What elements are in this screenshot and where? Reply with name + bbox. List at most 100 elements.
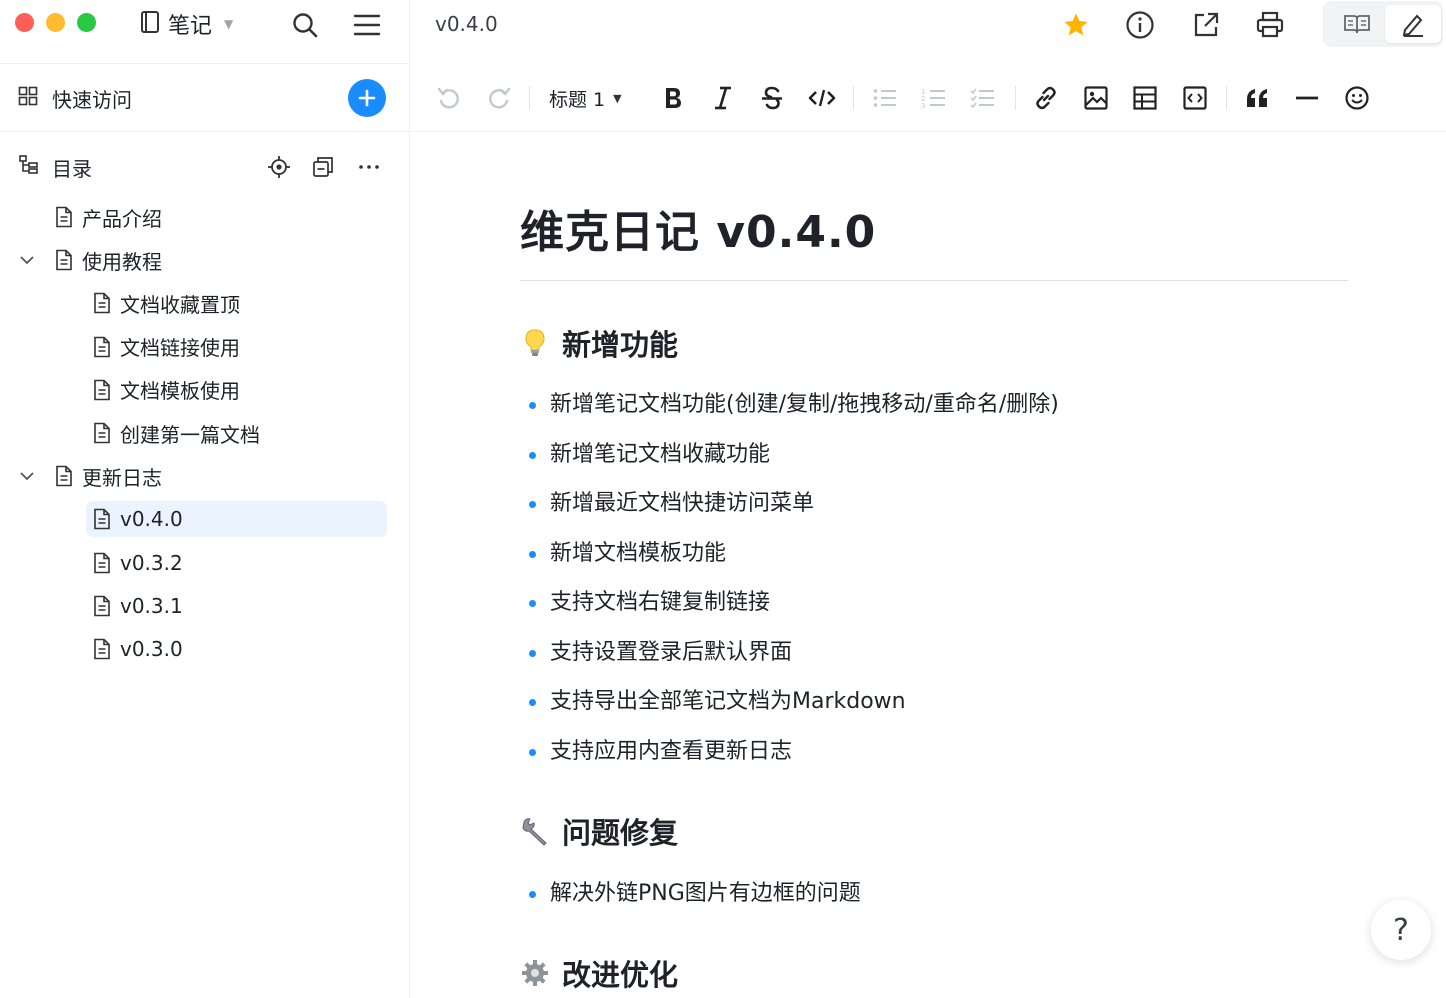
tree-item-label: 产品介绍 <box>82 206 162 231</box>
info-icon[interactable] <box>1123 8 1157 42</box>
more-icon[interactable] <box>356 154 382 180</box>
quote-icon[interactable] <box>1242 82 1274 114</box>
grid-icon <box>18 86 38 110</box>
document-tab-title[interactable]: v0.4.0 <box>435 12 498 36</box>
tree-item[interactable]: v0.3.2 <box>86 545 183 581</box>
tree-item[interactable]: 文档模板使用 <box>86 372 240 408</box>
emoji-icon[interactable] <box>1341 82 1373 114</box>
section-heading-text: 改进优化 <box>562 958 679 992</box>
document-icon <box>92 595 112 617</box>
toolbar-divider <box>1015 86 1016 110</box>
tree-item-label: 更新日志 <box>82 465 162 490</box>
toolbar-divider <box>1226 86 1227 110</box>
search-icon[interactable] <box>288 8 322 42</box>
section-heading[interactable]: 改进优化 <box>520 952 678 994</box>
list-item[interactable]: 新增笔记文档功能(创建/复制/拖拽移动/重命名/删除) <box>528 390 1059 440</box>
tree-item-label: 文档链接使用 <box>120 336 240 361</box>
gear-icon <box>520 958 550 988</box>
tree-item[interactable]: 创建第一篇文档 <box>86 415 260 451</box>
table-icon[interactable] <box>1129 82 1161 114</box>
list-item[interactable]: 支持设置登录后默认界面 <box>528 638 1059 688</box>
section-heading-text: 新增功能 <box>562 328 679 362</box>
document-title[interactable]: 维克日记 v0.4.0 <box>520 196 876 260</box>
app-window: 笔记 ▼ 快速访问 目录 产品介绍 使用教程 文档收藏置顶 文档链接使用 文档模… <box>0 0 1446 998</box>
tree-item-label: 文档收藏置顶 <box>120 292 240 317</box>
document-icon <box>92 508 112 530</box>
title-divider <box>520 280 1348 281</box>
list-item[interactable]: 支持导出全部笔记文档为Markdown <box>528 687 1059 737</box>
document-content[interactable]: 维克日记 v0.4.0 新增功能新增笔记文档功能(创建/复制/拖拽移动/重命名/… <box>520 132 1350 998</box>
heading-level-select[interactable]: 标题 1 ▼ <box>549 83 622 113</box>
document-icon <box>92 422 112 444</box>
list-item[interactable]: 新增笔记文档收藏功能 <box>528 440 1059 490</box>
window-zoom-button[interactable] <box>77 13 96 32</box>
code-icon[interactable] <box>806 82 838 114</box>
tree-item-label: v0.3.2 <box>120 550 183 575</box>
window-minimize-button[interactable] <box>46 13 65 32</box>
tree-item-label: 使用教程 <box>82 249 162 274</box>
collapse-all-icon[interactable] <box>310 154 336 180</box>
tree-item[interactable]: 更新日志 <box>20 458 162 494</box>
open-external-icon[interactable] <box>1189 8 1223 42</box>
list-item[interactable]: 支持应用内查看更新日志 <box>528 737 1059 787</box>
tree-item[interactable]: 产品介绍 <box>54 199 162 235</box>
italic-icon[interactable] <box>707 82 739 114</box>
tree-item[interactable]: 使用教程 <box>20 242 162 278</box>
code-block-icon[interactable] <box>1179 82 1211 114</box>
read-mode-button[interactable] <box>1329 5 1385 43</box>
toc-header: 目录 <box>0 132 410 198</box>
format-toolbar: 标题 1 ▼ 123 <box>411 64 1446 132</box>
bullet-list-icon[interactable] <box>869 82 901 114</box>
tree-item[interactable]: 文档收藏置顶 <box>86 285 240 321</box>
tree-item[interactable]: v0.4.0 <box>86 501 387 538</box>
tree-item[interactable]: v0.3.0 <box>86 631 183 667</box>
section-heading[interactable]: 新增功能 <box>520 322 678 364</box>
edit-mode-button[interactable] <box>1385 5 1441 43</box>
undo-icon[interactable] <box>433 82 465 114</box>
window-close-button[interactable] <box>15 13 34 32</box>
svg-text:3: 3 <box>921 102 925 110</box>
sidebar-titlebar: 笔记 ▼ <box>0 0 410 64</box>
chevron-down-icon[interactable] <box>18 251 36 269</box>
document-icon <box>92 336 112 358</box>
tree-item-label: v0.3.0 <box>120 637 183 661</box>
image-icon[interactable] <box>1080 82 1112 114</box>
print-icon[interactable] <box>1253 8 1287 42</box>
sidebar: 笔记 ▼ 快速访问 目录 产品介绍 使用教程 文档收藏置顶 文档链接使用 文档模… <box>0 0 410 998</box>
document-icon <box>54 465 74 487</box>
tree-item[interactable]: 文档链接使用 <box>86 329 240 365</box>
bold-icon[interactable] <box>657 82 689 114</box>
horizontal-rule-icon[interactable] <box>1291 82 1323 114</box>
bullet-list: 解决外链PNG图片有边框的问题 <box>528 879 861 929</box>
add-document-button[interactable] <box>348 79 386 117</box>
locate-icon[interactable] <box>266 154 292 180</box>
strikethrough-icon[interactable] <box>756 82 788 114</box>
chevron-down-icon[interactable] <box>18 467 36 485</box>
tree-icon <box>18 154 40 180</box>
chevron-down-icon: ▼ <box>613 91 622 105</box>
list-item[interactable]: 新增最近文档快捷访问菜单 <box>528 489 1059 539</box>
document-icon <box>92 292 112 314</box>
section-heading[interactable]: 问题修复 <box>520 810 678 852</box>
tree-item-label: 创建第一篇文档 <box>120 422 260 447</box>
ordered-list-icon[interactable]: 123 <box>918 82 950 114</box>
star-icon[interactable] <box>1059 8 1093 42</box>
editor-area: v0.4.0 标题 1 ▼ 1 2 3 维克日记 v0.4.0 新增功能 新增笔… <box>411 0 1446 998</box>
list-item[interactable]: 解决外链PNG图片有边框的问题 <box>528 879 861 929</box>
link-icon[interactable] <box>1030 82 1062 114</box>
list-item[interactable]: 支持文档右键复制链接 <box>528 588 1059 638</box>
help-button[interactable]: ? <box>1371 900 1431 960</box>
task-list-icon[interactable] <box>967 82 999 114</box>
list-item[interactable]: 新增文档模板功能 <box>528 539 1059 589</box>
toolbar-divider <box>529 86 530 110</box>
redo-icon[interactable] <box>483 82 515 114</box>
tree-item[interactable]: v0.3.1 <box>86 588 183 624</box>
notebook-switcher[interactable]: 笔记 ▼ <box>140 8 233 40</box>
bullet-list: 新增笔记文档功能(创建/复制/拖拽移动/重命名/删除) 新增笔记文档收藏功能 新增最… <box>528 390 1059 786</box>
lightbulb-icon <box>520 328 550 358</box>
menu-icon[interactable] <box>350 8 384 42</box>
document-icon <box>54 206 74 228</box>
section-heading-text: 问题修复 <box>562 816 679 850</box>
tree-item-label: 文档模板使用 <box>120 379 240 404</box>
quick-access-row[interactable]: 快速访问 <box>0 64 410 132</box>
